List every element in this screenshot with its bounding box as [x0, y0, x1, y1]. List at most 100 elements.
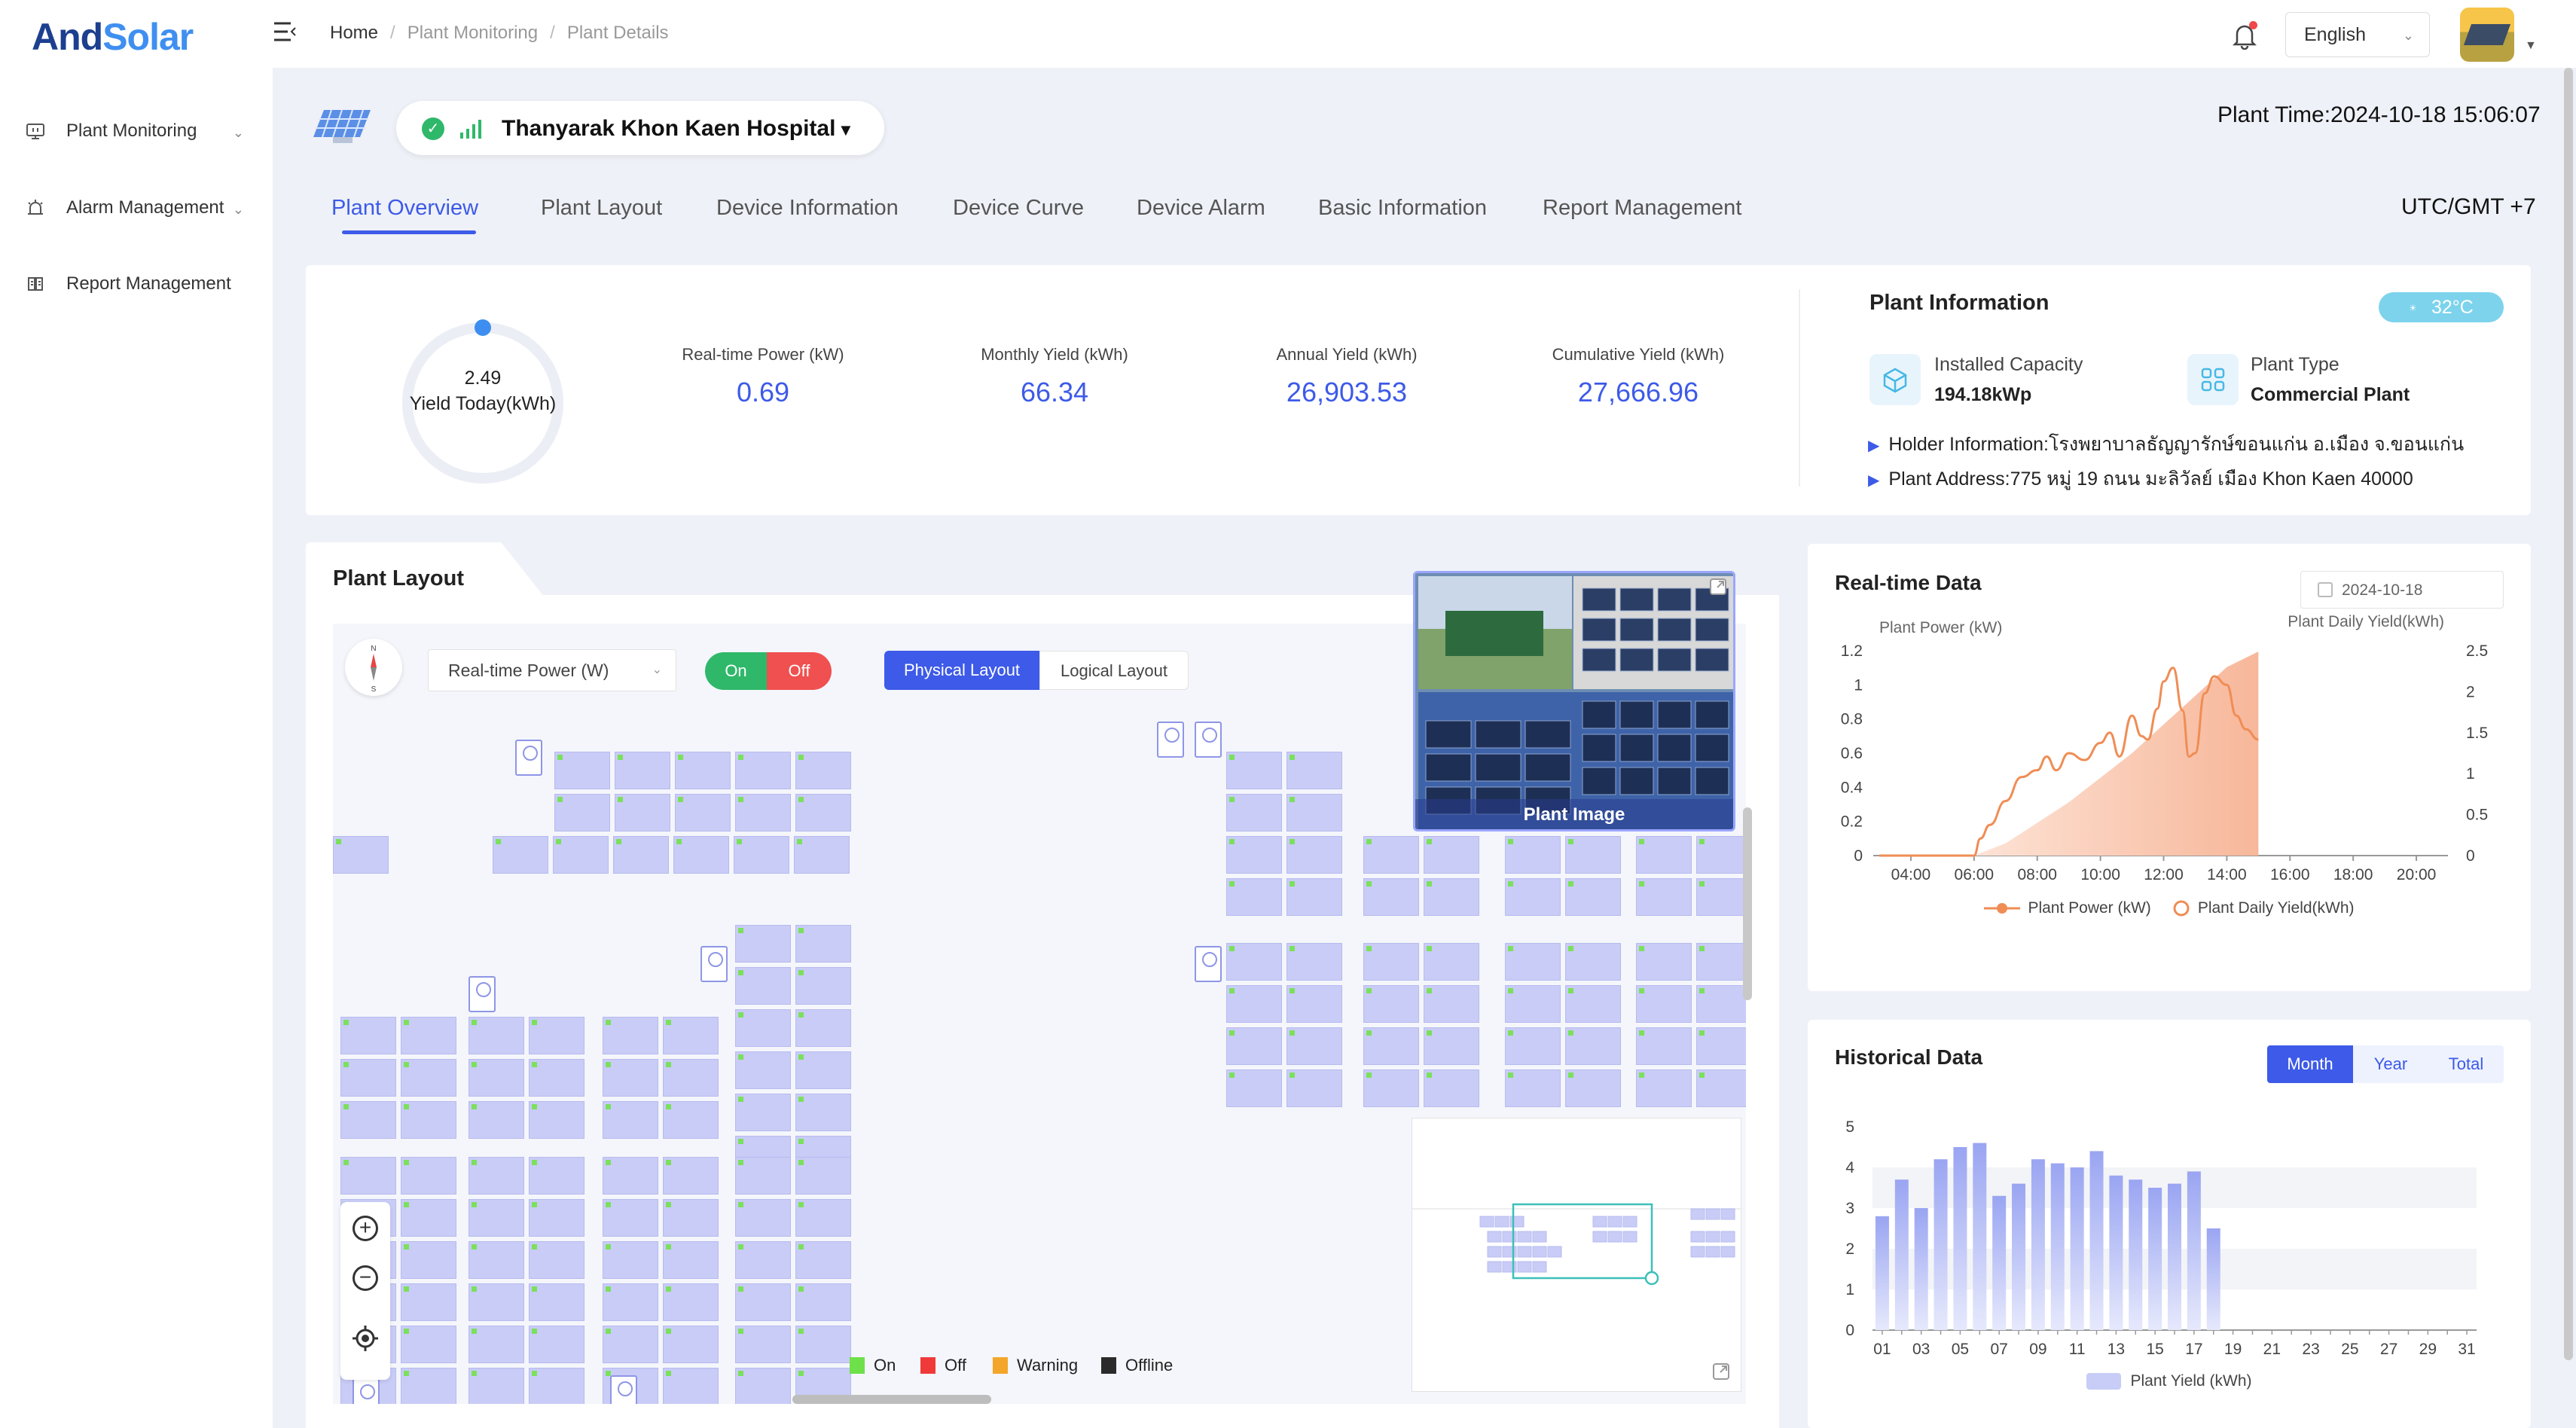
solar-panel[interactable] — [553, 836, 609, 874]
tab-plant-overview[interactable]: Plant Overview — [331, 196, 478, 221]
sidebar-item-report-management[interactable]: Report Management — [26, 273, 252, 294]
notification-button[interactable] — [2232, 21, 2257, 50]
solar-panel[interactable] — [735, 794, 791, 831]
solar-panel[interactable] — [795, 794, 851, 831]
inverter-icon[interactable] — [515, 740, 542, 776]
solar-panel[interactable] — [529, 1199, 584, 1237]
solar-panel[interactable] — [1565, 1069, 1621, 1107]
language-select[interactable]: English ⌄ — [2285, 12, 2430, 57]
solar-panel[interactable] — [1363, 985, 1419, 1023]
solar-panel[interactable] — [1565, 878, 1621, 916]
tab-report-management[interactable]: Report Management — [1543, 196, 1741, 221]
solar-panel[interactable] — [795, 1326, 851, 1363]
avatar-dropdown-icon[interactable]: ▼ — [2525, 39, 2537, 53]
solar-panel[interactable] — [1363, 1027, 1419, 1065]
solar-panel[interactable] — [469, 1368, 524, 1404]
solar-panel[interactable] — [1286, 1069, 1342, 1107]
solar-panel[interactable] — [1696, 1069, 1746, 1107]
solar-panel[interactable] — [613, 836, 669, 874]
solar-panel[interactable] — [340, 1101, 396, 1139]
solar-panel[interactable] — [795, 1009, 851, 1047]
solar-panel[interactable] — [469, 1326, 524, 1363]
page-scrollbar[interactable] — [2564, 68, 2573, 1360]
solar-panel[interactable] — [675, 794, 731, 831]
solar-panel[interactable] — [333, 836, 389, 874]
solar-panel[interactable] — [1363, 836, 1419, 874]
solar-panel[interactable] — [1636, 1069, 1692, 1107]
solar-panel[interactable] — [663, 1017, 719, 1054]
solar-panel[interactable] — [795, 1199, 851, 1237]
solar-panel[interactable] — [529, 1326, 584, 1363]
breadcrumb-plant-monitoring[interactable]: Plant Monitoring — [407, 23, 538, 43]
solar-panel[interactable] — [663, 1241, 719, 1279]
solar-panel[interactable] — [795, 752, 851, 789]
solar-panel[interactable] — [1363, 878, 1419, 916]
solar-panel[interactable] — [1424, 836, 1479, 874]
solar-panel[interactable] — [735, 967, 791, 1005]
solar-panel[interactable] — [795, 925, 851, 963]
brand-logo[interactable]: AndSolar — [32, 15, 194, 59]
solar-panel[interactable] — [1286, 836, 1342, 874]
solar-panel[interactable] — [469, 1283, 524, 1321]
solar-panel[interactable] — [1363, 943, 1419, 981]
solar-panel[interactable] — [735, 1009, 791, 1047]
solar-panel[interactable] — [401, 1326, 456, 1363]
solar-panel[interactable] — [529, 1017, 584, 1054]
solar-panel[interactable] — [735, 1094, 791, 1131]
solar-panel[interactable] — [469, 1017, 524, 1054]
solar-panel[interactable] — [1286, 1027, 1342, 1065]
menu-toggle-icon[interactable] — [273, 20, 298, 43]
solar-panel[interactable] — [1636, 985, 1692, 1023]
total-button[interactable]: Total — [2428, 1045, 2504, 1083]
solar-panel[interactable] — [1226, 752, 1282, 789]
solar-panel[interactable] — [469, 1157, 524, 1195]
tab-basic-information[interactable]: Basic Information — [1318, 196, 1487, 221]
solar-panel[interactable] — [603, 1241, 658, 1279]
solar-panel[interactable] — [1424, 878, 1479, 916]
solar-panel[interactable] — [1696, 985, 1746, 1023]
solar-panel[interactable] — [795, 1157, 851, 1195]
solar-panel[interactable] — [529, 1101, 584, 1139]
solar-panel[interactable] — [603, 1157, 658, 1195]
solar-panel[interactable] — [673, 836, 729, 874]
solar-panel[interactable] — [735, 1051, 791, 1089]
solar-panel[interactable] — [1565, 943, 1621, 981]
solar-panel[interactable] — [603, 1017, 658, 1054]
solar-panel[interactable] — [401, 1017, 456, 1054]
solar-panel[interactable] — [469, 1199, 524, 1237]
solar-panel[interactable] — [1424, 943, 1479, 981]
solar-panel[interactable] — [401, 1101, 456, 1139]
solar-panel[interactable] — [340, 1157, 396, 1195]
solar-panel[interactable] — [603, 1101, 658, 1139]
solar-panel[interactable] — [663, 1368, 719, 1404]
solar-panel[interactable] — [663, 1326, 719, 1363]
tab-plant-layout[interactable]: Plant Layout — [541, 196, 662, 221]
solar-panel[interactable] — [794, 836, 850, 874]
solar-panel[interactable] — [735, 1368, 791, 1404]
solar-panel[interactable] — [401, 1241, 456, 1279]
solar-panel[interactable] — [1505, 878, 1561, 916]
metric-dropdown[interactable]: Real-time Power (W) ⌄ — [428, 649, 676, 691]
solar-panel[interactable] — [663, 1101, 719, 1139]
solar-panel[interactable] — [603, 1326, 658, 1363]
inverter-icon[interactable] — [610, 1375, 637, 1404]
breadcrumb-home[interactable]: Home — [330, 23, 378, 43]
solar-panel[interactable] — [1636, 836, 1692, 874]
solar-panel[interactable] — [529, 1059, 584, 1097]
sidebar-item-plant-monitoring[interactable]: Plant Monitoring ⌄ — [26, 121, 252, 142]
solar-panel[interactable] — [1286, 794, 1342, 831]
solar-panel[interactable] — [469, 1241, 524, 1279]
inverter-icon[interactable] — [469, 976, 496, 1012]
solar-panel[interactable] — [1565, 1027, 1621, 1065]
inverter-icon[interactable] — [353, 1378, 380, 1404]
solar-panel[interactable] — [529, 1157, 584, 1195]
solar-panel[interactable] — [615, 794, 670, 831]
solar-panel[interactable] — [1505, 1027, 1561, 1065]
solar-panel[interactable] — [1363, 1069, 1419, 1107]
solar-panel[interactable] — [529, 1283, 584, 1321]
solar-panel[interactable] — [603, 1199, 658, 1237]
solar-panel[interactable] — [663, 1199, 719, 1237]
solar-panel[interactable] — [1424, 985, 1479, 1023]
year-button[interactable]: Year — [2353, 1045, 2428, 1083]
solar-panel[interactable] — [735, 1283, 791, 1321]
